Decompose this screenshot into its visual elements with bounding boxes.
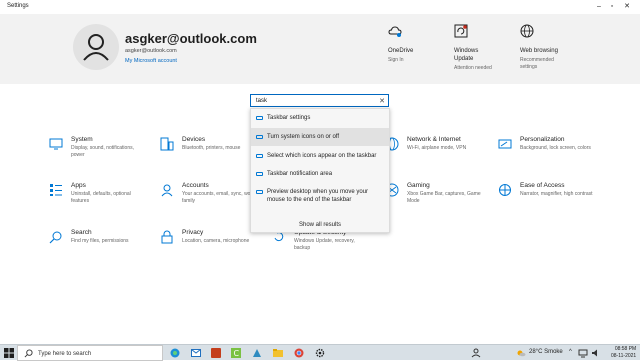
category-title: Personalization (520, 136, 565, 143)
category-sub: Xbox Game Bar, captures, Game Mode (407, 191, 481, 204)
window-title: Settings (7, 3, 29, 9)
web-browsing-title: Web browsing (520, 48, 558, 54)
category-title: Gaming (407, 182, 430, 189)
search-icon (49, 231, 62, 244)
windows-start-icon[interactable] (4, 348, 14, 358)
weather-text[interactable]: 28°C Smoke (529, 349, 563, 355)
show-all-results-link[interactable]: Show all results (251, 222, 389, 228)
category-title: Privacy (182, 229, 204, 236)
account-email: asgker@outlook.com (125, 48, 177, 54)
laptop-icon (49, 138, 63, 150)
settings-window: Settings – ▫ ✕ asgker@outlook.com asgker… (0, 0, 640, 344)
search-suggestions: Taskbar settings Turn system icons on or… (250, 108, 390, 233)
chevron-up-icon[interactable]: ^ (569, 349, 572, 355)
taskbar-search-box[interactable]: Type here to search (17, 345, 163, 361)
category-title: Accounts (182, 182, 209, 189)
clear-icon[interactable]: ✕ (379, 97, 385, 105)
svg-text:C: C (234, 349, 240, 358)
search-input[interactable]: task ✕ (250, 94, 389, 107)
file-explorer-icon[interactable] (273, 348, 283, 358)
category-title: Network & Internet (407, 136, 461, 143)
suggestion-label: Select which icons appear on the taskbar (267, 153, 377, 159)
ease-of-access-icon (499, 184, 511, 196)
account-name: asgker@outlook.com (125, 31, 257, 46)
taskbar-search-placeholder: Type here to search (38, 350, 92, 357)
settings-gear-icon[interactable] (315, 348, 325, 358)
person-icon (83, 34, 109, 61)
onedrive-sub: Sign In (388, 57, 404, 63)
taskbar-icon (256, 135, 263, 139)
category-title: Apps (71, 182, 86, 189)
search-icon (24, 349, 33, 358)
lock-icon (161, 230, 173, 244)
suggestion-label: Taskbar notification area (267, 171, 333, 177)
edge-icon[interactable] (170, 348, 180, 358)
suggestion-label: Preview desktop when you move your mouse… (267, 189, 369, 203)
apps-icon (50, 184, 62, 196)
windows-update-icon (454, 24, 468, 38)
taskbar: Type here to search C 28°C Smoke ^ 08:58… (0, 344, 640, 361)
maximize-button[interactable]: ▫ (605, 1, 619, 13)
globe-icon (520, 24, 534, 38)
taskbar-icon (256, 172, 263, 176)
category-sub: Your accounts, email, sync, work, family (182, 191, 257, 204)
web-browsing-sub: Recommended settings (520, 57, 554, 70)
taskbar-icon (256, 190, 263, 194)
person-icon[interactable] (471, 348, 481, 358)
taskbar-icon (256, 116, 263, 120)
category-sub: Wi-Fi, airplane mode, VPN (407, 145, 467, 151)
suggestion-label: Turn system icons on or off (267, 134, 340, 140)
brush-icon (498, 139, 512, 149)
taskbar-icon (256, 154, 263, 158)
close-button[interactable]: ✕ (620, 1, 634, 13)
category-sub: Location, camera, microphone (182, 238, 250, 244)
category-title: System (71, 136, 93, 143)
clock-date: 08-11-2021 (611, 353, 637, 359)
category-sub: Uninstall, defaults, optional features (71, 191, 131, 204)
search-input-value: task (256, 97, 268, 104)
category-sub: Windows Update, recovery, backup (294, 238, 355, 251)
volume-icon[interactable] (591, 348, 601, 358)
app-icon[interactable]: C (231, 348, 241, 358)
minimize-button[interactable]: – (592, 1, 606, 13)
category-sub: Find my files, permissions (71, 238, 129, 244)
suggestion-label: Taskbar settings (267, 115, 311, 121)
category-title: Devices (182, 136, 206, 143)
category-sub: Narrator, magnifier, high contrast (520, 191, 593, 197)
category-title: Search (71, 229, 92, 236)
network-icon[interactable] (578, 348, 588, 358)
app-icon[interactable] (252, 348, 262, 358)
powerpoint-icon[interactable] (211, 348, 221, 358)
category-sub: Display, sound, notifications, power (71, 145, 134, 158)
person-icon (161, 184, 173, 197)
devices-icon (160, 137, 174, 151)
weather-icon (517, 350, 526, 357)
mail-icon[interactable] (191, 348, 201, 358)
onedrive-title: OneDrive (388, 48, 414, 54)
clock-time: 08:58 PM (614, 346, 637, 352)
category-sub: Bluetooth, printers, mouse (182, 145, 241, 151)
category-sub: Background, lock screen, colors (520, 145, 591, 151)
windows-update-title: Windows Update (454, 48, 479, 62)
onedrive-icon (388, 26, 402, 37)
microsoft-account-link[interactable]: My Microsoft account (125, 58, 177, 64)
category-title: Ease of Access (520, 182, 565, 189)
chrome-icon[interactable] (294, 348, 304, 358)
title-bar: Settings – ▫ ✕ (0, 0, 640, 14)
windows-update-sub: Attention needed (454, 65, 492, 71)
avatar (73, 24, 119, 70)
clock[interactable]: 08:58 PM 08-11-2021 (611, 346, 636, 360)
